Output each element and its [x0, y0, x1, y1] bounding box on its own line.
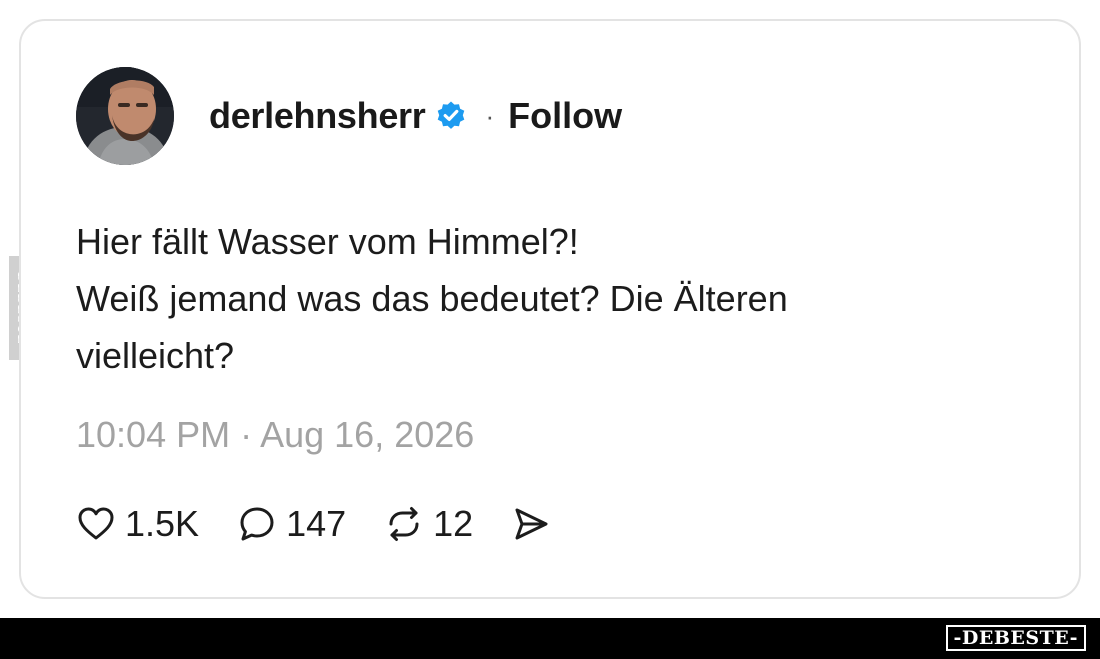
- repost-button[interactable]: 12: [384, 503, 473, 545]
- post-text-line: vielleicht?: [76, 335, 235, 376]
- follow-button[interactable]: Follow: [508, 95, 622, 137]
- repost-count: 12: [433, 503, 474, 544]
- post-timestamp[interactable]: 10:04 PM · Aug 16, 2026: [76, 414, 474, 456]
- watermark-logo: -DEBESTE-: [945, 625, 1086, 651]
- heart-icon: [78, 507, 114, 540]
- bottom-watermark-bar: -DEBESTE-: [0, 618, 1100, 659]
- speech-bubble-icon: [240, 507, 274, 541]
- post-text: Hier fällt Wasser vom Himmel?! Weiß jema…: [76, 213, 976, 384]
- verified-badge-icon: [435, 100, 467, 132]
- post-card: derlehnsherr · Follow Hier fällt Wasser …: [19, 19, 1081, 599]
- post-header: derlehnsherr · Follow: [76, 66, 622, 166]
- header-separator: ·: [485, 100, 495, 131]
- like-button[interactable]: 1.5K: [76, 503, 199, 545]
- avatar-image: [76, 67, 174, 165]
- action-bar: 1.5K 147 12: [76, 499, 589, 549]
- send-icon: [515, 508, 548, 540]
- share-button[interactable]: [511, 504, 551, 544]
- screenshot-stage: DEBESTE derlehnsherr: [0, 0, 1100, 659]
- post-text-line: Hier fällt Wasser vom Himmel?!: [76, 221, 579, 262]
- reply-button[interactable]: 147: [237, 503, 346, 545]
- avatar[interactable]: [76, 67, 174, 165]
- post-text-line: Weiß jemand was das bedeutet? Die Ältere…: [76, 278, 788, 319]
- username[interactable]: derlehnsherr: [209, 95, 426, 137]
- repost-icon: [389, 507, 419, 541]
- reply-count: 147: [286, 503, 347, 544]
- like-count: 1.5K: [125, 503, 200, 544]
